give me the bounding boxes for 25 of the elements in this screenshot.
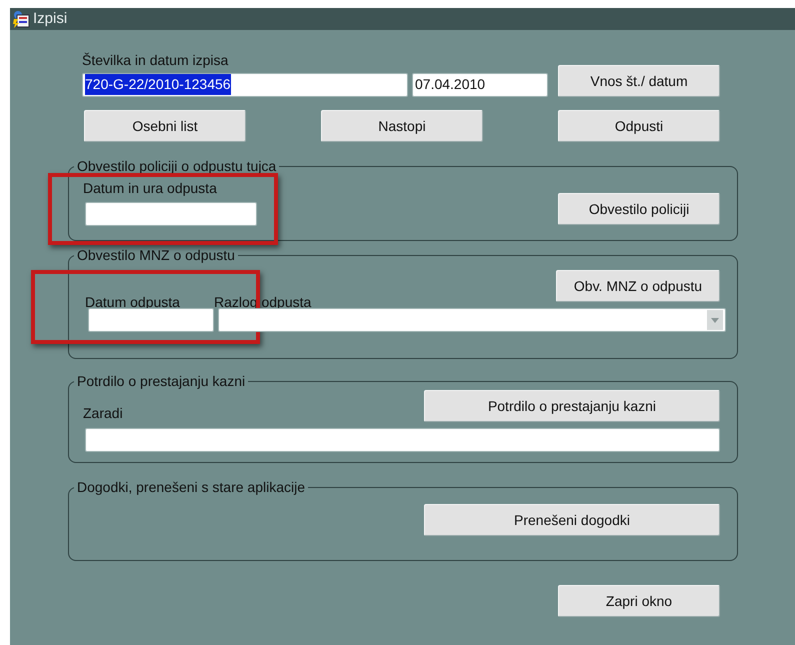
form-button[interactable]: Obvestilo policiji [558, 193, 720, 225]
group-legend: Potrdilo o prestajanju kazni [74, 373, 248, 390]
form-button[interactable]: Odpusti [558, 110, 720, 142]
date-field[interactable]: 07.04.2010 [412, 72, 548, 96]
form-button[interactable]: Osebni list [84, 110, 246, 142]
text-field[interactable] [88, 308, 214, 332]
form-button[interactable]: Obv. MNZ o odpustu [556, 270, 720, 302]
form-button[interactable]: Vnos št./ datum [558, 65, 720, 97]
group-legend: Obvestilo policiji o odpustu tujca [74, 158, 280, 175]
form-button[interactable]: Potrdilo o prestajanju kazni [424, 390, 720, 422]
window-icon [12, 10, 30, 28]
field-label: Datum odpusta [85, 294, 181, 311]
field-label: Številka in datum izpisa [82, 52, 230, 69]
window-title: Izpisi [33, 8, 68, 29]
form-button[interactable]: Zapri okno [558, 585, 720, 617]
field-label: Zaradi [83, 405, 123, 422]
text-field[interactable] [85, 428, 720, 452]
form-button[interactable]: Prenešeni dogodki [424, 504, 720, 536]
form-button[interactable]: Nastopi [321, 110, 483, 142]
group-legend: Dogodki, prenešeni s stare aplikacije [74, 479, 308, 496]
text-field[interactable] [85, 202, 257, 226]
group-legend: Obvestilo MNZ o odpustu [74, 247, 238, 264]
number-field[interactable]: 720-G-22/2010-123456 [82, 72, 408, 96]
field-label: Datum in ura odpusta [83, 180, 218, 197]
dropdown-field[interactable] [218, 308, 726, 332]
